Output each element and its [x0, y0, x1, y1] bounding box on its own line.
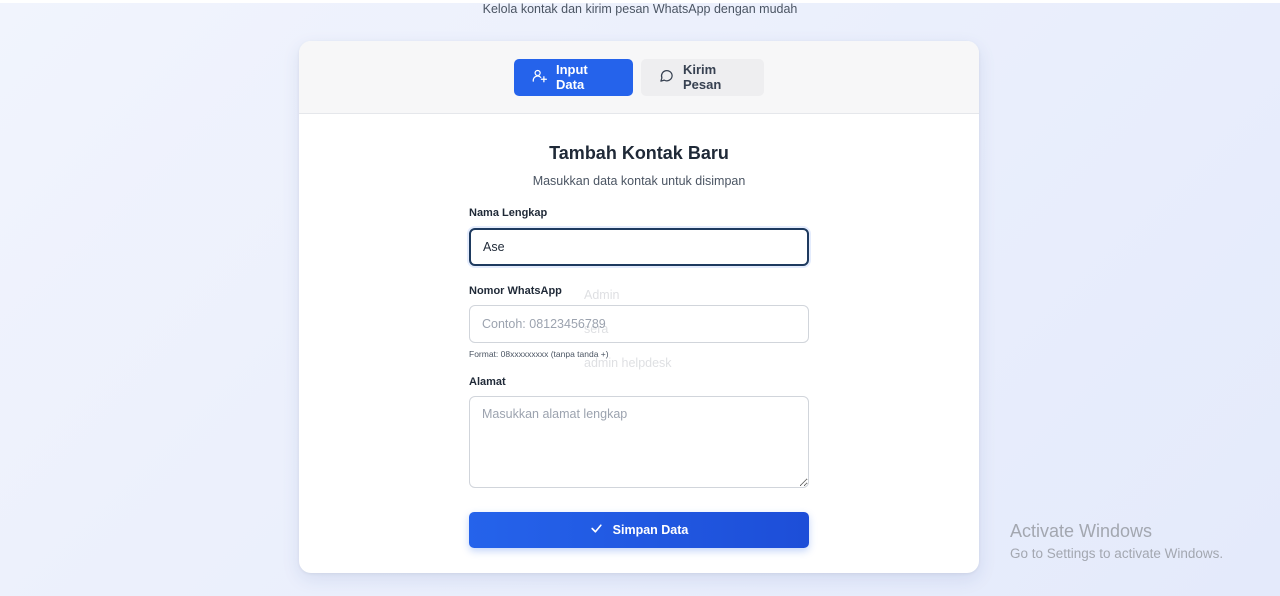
tab-bar: Input Data Kirim Pesan — [299, 41, 979, 114]
watermark-title: Activate Windows — [1010, 521, 1153, 541]
tab-kirim-pesan-label: Kirim Pesan — [683, 62, 722, 92]
save-button-label: Simpan Data — [612, 523, 689, 537]
phone-input[interactable] — [469, 305, 809, 343]
user-plus-icon — [532, 68, 547, 86]
watermark-subtitle: Go to Settings to activate Windows. — [1010, 546, 1224, 561]
save-button[interactable]: Simpan Data — [469, 512, 809, 548]
address-label: Alamat — [469, 376, 506, 388]
contact-form: Nama Lengkap Nomor WhatsApp Format: 08xx… — [469, 207, 809, 488]
check-icon — [590, 522, 603, 538]
name-input[interactable] — [469, 228, 809, 266]
tab-input-data[interactable]: Input Data — [514, 58, 633, 96]
form-title: Tambah Kontak Baru — [549, 143, 729, 163]
phone-label: Nomor WhatsApp — [469, 285, 562, 297]
address-textarea[interactable] — [469, 396, 809, 488]
tab-kirim-pesan[interactable]: Kirim Pesan — [641, 58, 764, 96]
app-subtitle: Kelola kontak dan kirim pesan WhatsApp d… — [482, 2, 798, 16]
form-description: Masukkan data kontak untuk disimpan — [532, 174, 746, 188]
contact-card: Input Data Kirim Pesan Tambah Kontak Bar… — [299, 41, 979, 573]
name-label: Nama Lengkap — [469, 207, 548, 219]
tab-input-data-label: Input Data — [556, 62, 588, 92]
message-circle-icon — [659, 68, 674, 86]
phone-format-hint: Format: 08xxxxxxxxx (tanpa tanda +) — [469, 349, 609, 359]
form-header: Tambah Kontak Baru Masukkan data kontak … — [299, 143, 979, 188]
windows-activation-watermark: Activate Windows Go to Settings to activ… — [1010, 521, 1223, 561]
